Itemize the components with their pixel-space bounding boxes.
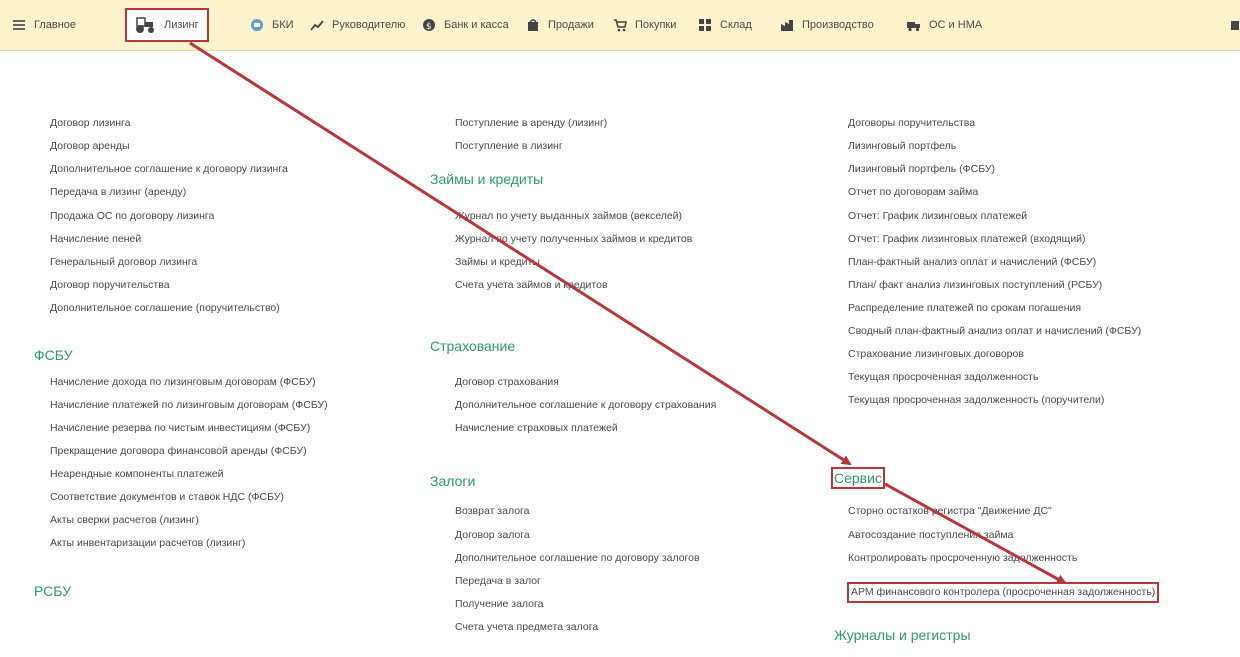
svg-text:$: $ (426, 22, 432, 32)
truck-icon (907, 18, 921, 32)
link-plan-fact-fsbu[interactable]: План-фактный анализ оплат и начислений (… (848, 256, 1096, 269)
link-collateral-return[interactable]: Возврат залога (455, 505, 529, 518)
link-leasing-portfolio[interactable]: Лизинговый портфель (848, 140, 956, 153)
more-tabs-icon[interactable] (1230, 0, 1240, 50)
link-auto-create-loan-receipt[interactable]: Автосоздание поступления займа (848, 529, 1013, 542)
link-payment-schedule-incoming[interactable]: Отчет: График лизинговых платежей (входя… (848, 233, 1086, 246)
hamburger-menu-icon (12, 18, 26, 32)
link-leasing-portfolio-fsbu[interactable]: Лизинговый портфель (ФСБУ) (848, 163, 995, 176)
section-title-journals-registers: Журналы и регистры (834, 627, 971, 643)
link-non-lease-components[interactable]: Неарендные компоненты платежей (50, 468, 224, 481)
tab-fixed-assets-label: ОС и НМА (929, 19, 983, 31)
warehouse-grid-icon (698, 18, 712, 32)
shopping-bag-icon (526, 18, 540, 32)
shopping-cart-icon (613, 18, 627, 32)
link-vat-rates-match[interactable]: Соответствие документов и ставок НДС (ФС… (50, 491, 284, 504)
tab-warehouse[interactable]: Склад (698, 0, 752, 50)
link-plan-fact-rsbu[interactable]: План/ факт анализ лизинговых поступлений… (848, 279, 1102, 292)
tab-warehouse-label: Склад (720, 19, 752, 31)
tab-main[interactable]: Главное (12, 0, 76, 50)
tab-sales-label: Продажи (548, 19, 594, 31)
link-transfer-to-collateral[interactable]: Передача в залог (455, 575, 541, 588)
link-payment-schedule-report[interactable]: Отчет: График лизинговых платежей (848, 210, 1027, 223)
link-sale-of-fixed-asset[interactable]: Продажа ОС по договору лизинга (50, 210, 214, 223)
tractor-icon (134, 16, 156, 34)
link-leasing-receipt[interactable]: Поступление в лизинг (455, 140, 563, 153)
link-penalty-accrual[interactable]: Начисление пеней (50, 233, 141, 246)
link-collateral-contract[interactable]: Договор залога (455, 529, 530, 542)
link-insurance-contract[interactable]: Договор страхования (455, 376, 559, 389)
section-title-insurance: Страхование (430, 338, 516, 354)
section-title-fsbu: ФСБУ (34, 347, 73, 363)
top-navigation-bar: Главное Лизинг БКИ Руководителю $ Банк и… (0, 0, 1240, 51)
tab-production-label: Производство (802, 19, 874, 31)
trend-chart-icon (310, 18, 324, 32)
link-lease-contract[interactable]: Договор аренды (50, 140, 130, 153)
factory-icon (780, 18, 794, 32)
tab-director-label: Руководителю (332, 19, 406, 31)
link-inventory-acts[interactable]: Акты инвентаризации расчетов (лизинг) (50, 537, 245, 550)
link-leasing-insurance[interactable]: Страхование лизинговых договоров (848, 348, 1024, 361)
link-transfer-to-leasing[interactable]: Передача в лизинг (аренду) (50, 186, 186, 199)
link-insurance-payments[interactable]: Начисление страховых платежей (455, 422, 618, 435)
link-received-loans-journal[interactable]: Журнал по учету полученных займов и кред… (455, 233, 692, 246)
link-loan-accounts[interactable]: Счета учета займов и кредитов (455, 279, 608, 292)
link-control-overdue-debt[interactable]: Контролировать просроченную задолженност… (848, 552, 1077, 565)
link-leasing-contract[interactable]: Договор лизинга (50, 117, 130, 130)
link-collateral-supplementary[interactable]: Дополнительное соглашение по договору за… (455, 552, 700, 565)
link-fsbu-payment-accrual[interactable]: Начисление платежей по лизинговым догово… (50, 399, 328, 412)
link-financial-controller-workstation[interactable]: АРМ финансового контролера (просроченная… (846, 582, 1160, 603)
link-general-leasing-contract[interactable]: Генеральный договор лизинга (50, 256, 197, 269)
link-loan-contracts-report[interactable]: Отчет по договорам займа (848, 186, 978, 199)
section-title-collateral: Залоги (430, 473, 476, 489)
link-fsbu-income-accrual[interactable]: Начисление дохода по лизинговым договора… (50, 376, 316, 389)
tab-production[interactable]: Производство (780, 0, 874, 50)
link-reconciliation-acts[interactable]: Акты сверки расчетов (лизинг) (50, 514, 199, 527)
link-loans-and-credits[interactable]: Займы и кредиты (455, 256, 540, 269)
link-collateral-receipt[interactable]: Получение залога (455, 598, 543, 611)
bank-coin-icon: $ (422, 18, 436, 32)
link-guarantee-supplementary[interactable]: Дополнительное соглашение (поручительств… (50, 302, 280, 315)
tab-leasing[interactable]: Лизинг (125, 8, 209, 42)
tab-main-label: Главное (34, 19, 77, 31)
tab-bank-cash-label: Банк и касса (444, 19, 509, 31)
tab-fixed-assets[interactable]: ОС и НМА (907, 0, 982, 50)
link-fsbu-reserve-accrual[interactable]: Начисление резерва по чистым инвестициям… (50, 422, 310, 435)
section-title-loans: Займы и кредиты (430, 171, 544, 187)
link-insurance-supplementary[interactable]: Дополнительное соглашение к договору стр… (455, 399, 716, 412)
tab-purchases[interactable]: Покупки (613, 0, 676, 50)
tab-director[interactable]: Руководителю (310, 0, 405, 50)
link-summary-plan-fact[interactable]: Сводный план-фактный анализ оплат и начи… (848, 325, 1141, 338)
tab-leasing-label: Лизинг (164, 19, 199, 31)
bki-icon (250, 18, 264, 32)
link-current-overdue-debt[interactable]: Текущая просроченная задолженность (848, 371, 1038, 384)
tab-bank-cash[interactable]: $ Банк и касса (422, 0, 509, 50)
link-storno-balances[interactable]: Сторно остатков регистра "Движение ДС" (848, 505, 1052, 518)
link-collateral-accounts[interactable]: Счета учета предмета залога (455, 621, 598, 634)
tab-bki[interactable]: БКИ (250, 0, 294, 50)
section-title-service: Сервис (831, 467, 885, 489)
tab-bki-label: БКИ (272, 19, 294, 31)
link-leasing-supplementary[interactable]: Дополнительное соглашение к договору лиз… (50, 163, 288, 176)
link-fsbu-lease-termination[interactable]: Прекращение договора финансовой аренды (… (50, 445, 307, 458)
link-guarantee-contract[interactable]: Договор поручительства (50, 279, 170, 292)
link-issued-loans-journal[interactable]: Журнал по учету выданных займов (векселе… (455, 210, 682, 223)
link-lease-receipt[interactable]: Поступление в аренду (лизинг) (455, 117, 607, 130)
link-overdue-debt-guarantors[interactable]: Текущая просроченная задолженность (пору… (848, 394, 1104, 407)
link-guarantee-contracts[interactable]: Договоры поручительства (848, 117, 975, 130)
section-title-rsbu: РСБУ (34, 583, 72, 599)
tab-purchases-label: Покупки (635, 19, 677, 31)
link-payment-distribution[interactable]: Распределение платежей по срокам погашен… (848, 302, 1081, 315)
tab-sales[interactable]: Продажи (526, 0, 594, 50)
